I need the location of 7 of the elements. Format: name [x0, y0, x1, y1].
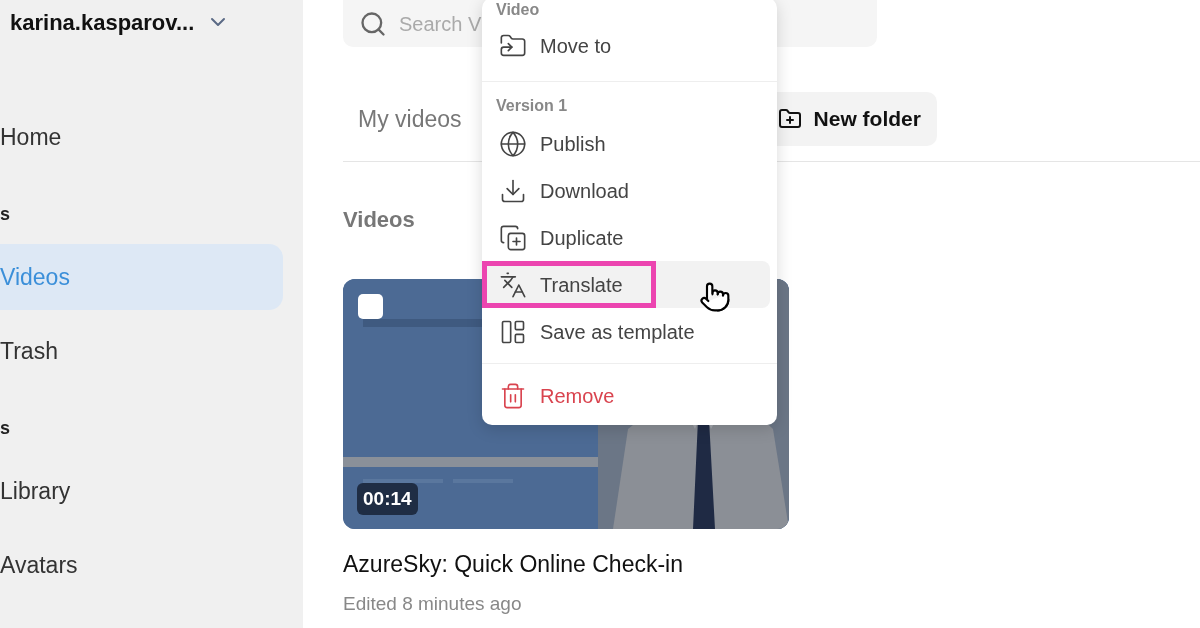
menu-section-label: Version 1 — [495, 96, 569, 116]
menu-section-label: Video — [495, 0, 541, 20]
section-label: s — [0, 417, 11, 440]
edited-time: Edited 8 minutes ago — [343, 591, 522, 616]
section-title: Videos — [343, 206, 415, 234]
section-label: s — [0, 203, 11, 226]
duration-badge: 00:14 — [357, 482, 418, 515]
